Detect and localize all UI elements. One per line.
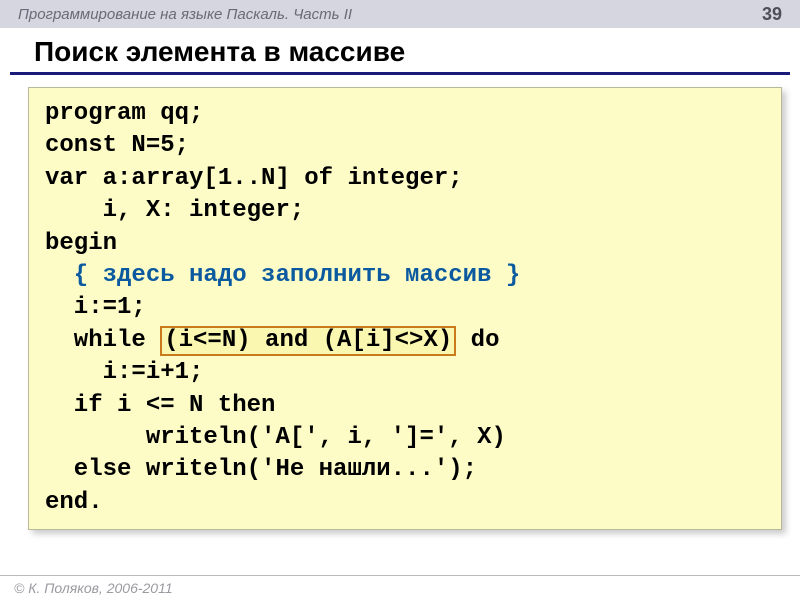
code-line: else writeln('Не нашли...'); [45,456,477,483]
code-line: var a:array[1..N] of integer; [45,165,463,192]
code-line: i:=i+1; [45,359,203,386]
page-number: 39 [762,4,782,25]
code-line: program qq; [45,100,203,127]
code-line: i, X: integer; [45,197,304,224]
copyright: © К. Поляков, 2006-2011 [14,580,173,596]
highlight-box: (i<=N) and (A[i]<>X) [160,326,456,356]
code-line-part: while [45,327,160,354]
course-title: Программирование на языке Паскаль. Часть… [18,6,352,23]
code-line: if i <= N then [45,392,275,419]
code-block: program qq; const N=5; var a:array[1..N]… [28,87,782,530]
code-line: const N=5; [45,132,189,159]
code-comment: { здесь надо заполнить массив } [45,262,520,289]
slide-title: Поиск элемента в массиве [10,28,790,75]
code-line-part: do [456,327,499,354]
code-line: writeln('A[', i, ']=', X) [45,424,506,451]
code-line: begin [45,230,117,257]
code-line: end. [45,489,103,516]
header-bar: Программирование на языке Паскаль. Часть… [0,0,800,28]
footer: © К. Поляков, 2006-2011 [0,575,800,600]
code-line: i:=1; [45,294,146,321]
